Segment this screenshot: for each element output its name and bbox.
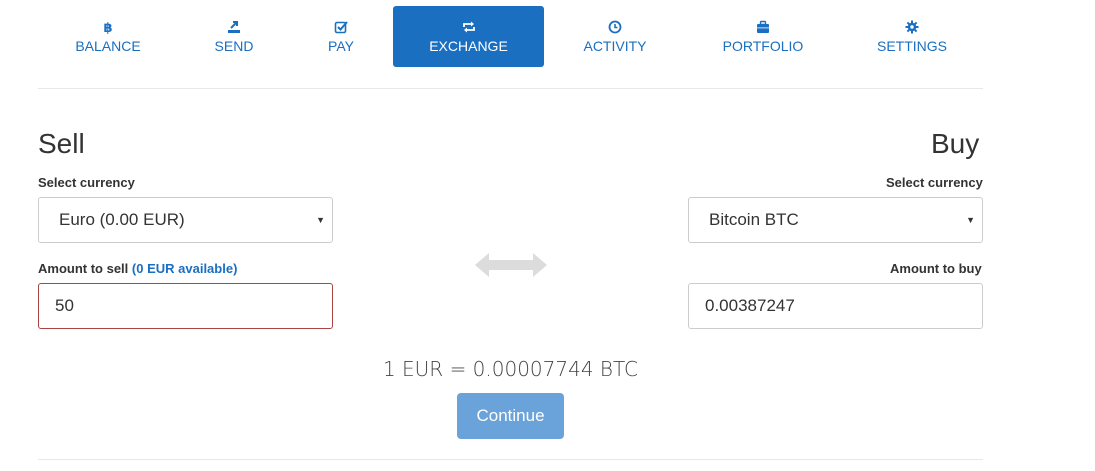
swap-arrows-icon xyxy=(475,251,547,279)
buy-currency-value: Bitcoin BTC xyxy=(709,210,799,229)
send-icon xyxy=(227,20,241,34)
exchange-icon xyxy=(462,20,476,34)
exchange-rate: 1 EUR = 0.00007744 BTC xyxy=(382,357,639,381)
clock-icon xyxy=(608,20,622,34)
sell-available-link[interactable]: (0 EUR available) xyxy=(132,261,238,276)
chevron-down-icon: ▼ xyxy=(966,215,975,225)
nav-exchange[interactable]: EXCHANGE xyxy=(393,6,544,67)
svg-text:฿: ฿ xyxy=(103,21,112,34)
sell-amount-input[interactable]: 50 xyxy=(38,283,333,329)
nav-balance[interactable]: ฿ BALANCE xyxy=(58,6,158,67)
sell-currency-label: Select currency xyxy=(38,175,135,190)
nav-portfolio[interactable]: PORTFOLIO xyxy=(713,6,813,67)
sell-currency-value: Euro (0.00 EUR) xyxy=(59,210,185,229)
checkbox-icon xyxy=(334,20,348,34)
nav-pay[interactable]: PAY xyxy=(306,6,376,67)
nav-exchange-label: EXCHANGE xyxy=(429,38,508,54)
buy-amount-value: 0.00387247 xyxy=(705,296,795,315)
nav-activity-label: ACTIVITY xyxy=(583,38,647,54)
sell-title: Sell xyxy=(38,128,85,159)
sell-amount-label: Amount to sell (0 EUR available) xyxy=(38,261,237,276)
continue-button[interactable]: Continue xyxy=(457,393,564,439)
nav-settings-label: SETTINGS xyxy=(876,38,947,54)
top-divider xyxy=(38,88,983,89)
nav-send[interactable]: SEND xyxy=(184,6,284,67)
chevron-down-icon: ▼ xyxy=(316,215,325,225)
buy-currency-label: Select currency xyxy=(886,175,983,190)
nav-settings[interactable]: SETTINGS xyxy=(860,6,964,67)
buy-title: Buy xyxy=(931,128,980,159)
sell-currency-select[interactable]: Euro (0.00 EUR) ▼ xyxy=(38,197,333,243)
main-nav: ฿ BALANCE SEND PAY EXCHANGE ACTIVITY POR… xyxy=(38,6,983,68)
buy-amount-input[interactable]: 0.00387247 xyxy=(688,283,983,329)
sell-amount-label-text: Amount to sell xyxy=(38,261,129,276)
bitcoin-icon: ฿ xyxy=(101,20,115,34)
nav-send-label: SEND xyxy=(214,38,254,54)
sell-amount-value: 50 xyxy=(55,296,74,315)
nav-balance-label: BALANCE xyxy=(75,38,141,54)
briefcase-icon xyxy=(756,20,770,34)
nav-portfolio-label: PORTFOLIO xyxy=(722,38,804,54)
buy-amount-label: Amount to buy xyxy=(890,261,982,276)
gear-icon xyxy=(905,20,919,34)
exchange-page: ฿ BALANCE SEND PAY EXCHANGE ACTIVITY POR… xyxy=(0,0,1095,471)
nav-pay-label: PAY xyxy=(328,38,354,54)
buy-currency-select[interactable]: Bitcoin BTC ▼ xyxy=(688,197,983,243)
nav-activity[interactable]: ACTIVITY xyxy=(565,6,665,67)
bottom-divider xyxy=(38,459,983,460)
